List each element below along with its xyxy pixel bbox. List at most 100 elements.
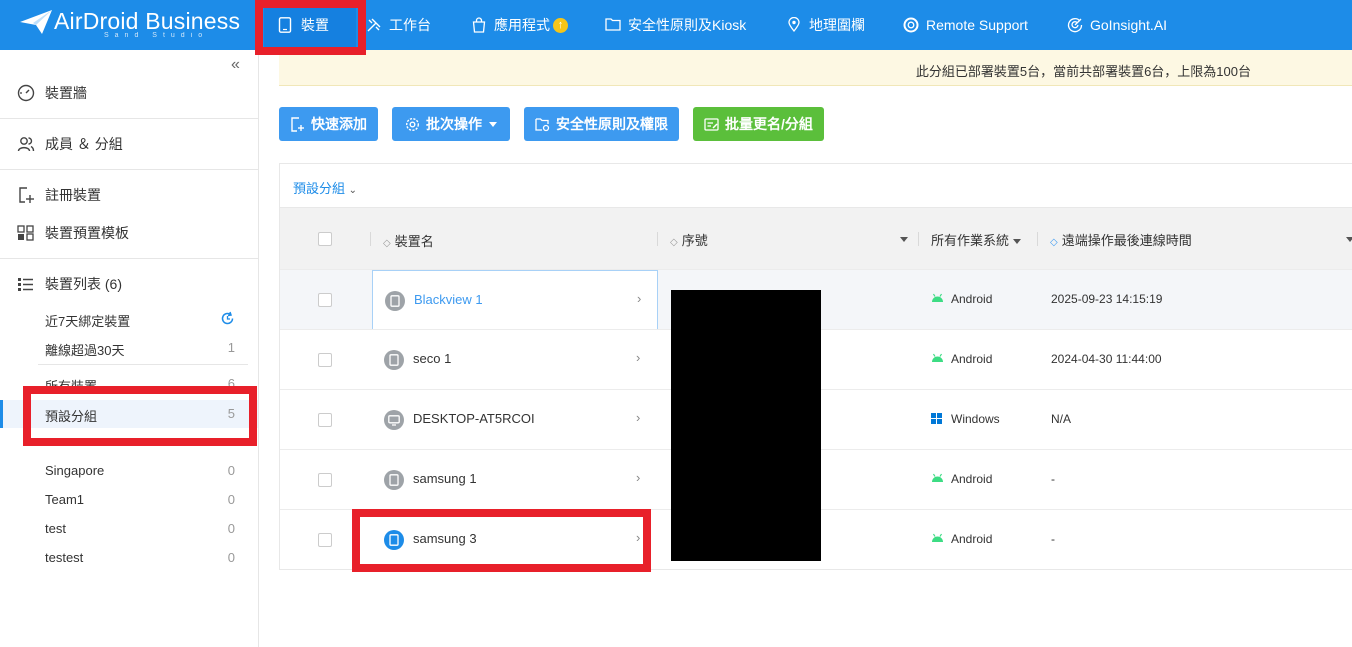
os-cell: Android	[931, 352, 992, 366]
header-os-filter[interactable]: 所有作業系統	[931, 230, 1022, 249]
sidebar-item-label: 裝置預置模板	[45, 225, 129, 241]
chevron-right-icon[interactable]: ›	[636, 350, 640, 365]
sidebar-item-team1[interactable]: Team1 0	[45, 492, 235, 507]
sidebar-sub-label: Singapore	[45, 463, 105, 478]
sidebar-item-label: 裝置牆	[45, 85, 87, 101]
add-file-icon	[290, 116, 305, 132]
refresh-icon[interactable]	[220, 311, 235, 330]
device-name-link[interactable]: seco 1	[413, 351, 451, 366]
nav-apps[interactable]: 應用程式 ↑	[471, 0, 568, 50]
sidebar-item-device-wall[interactable]: 裝置牆	[0, 82, 258, 104]
batch-rename-group-button[interactable]: 批量更名/分組	[693, 107, 824, 141]
nav-goinsight-label: GoInsight.AI	[1090, 17, 1168, 33]
annotation-box-devices-tab	[255, 0, 366, 55]
batch-rename-group-label: 批量更名/分組	[725, 116, 813, 132]
sidebar-item-label: 成員 ＆ 分組	[45, 136, 123, 152]
tablet-icon	[384, 470, 404, 490]
nav-goinsight[interactable]: GoInsight.AI	[1067, 0, 1167, 50]
sort-icon: ◇	[670, 237, 678, 248]
nav-workbench[interactable]: 工作台	[366, 0, 431, 50]
row-checkbox[interactable]	[318, 293, 332, 307]
serial-filter-icon[interactable]	[900, 237, 908, 242]
header-separator	[657, 232, 658, 246]
nav-remote-support-label: Remote Support	[926, 17, 1028, 33]
sidebar: « 裝置牆 成員 ＆ 分組 註冊裝置 裝置預置模板 裝置列表 (6) 近7天綁定…	[0, 50, 259, 647]
device-name-cell[interactable]: seco 1 ›	[372, 330, 658, 390]
batch-operations-button[interactable]: 批次操作	[392, 107, 510, 141]
row-checkbox[interactable]	[318, 353, 332, 367]
chevron-right-icon[interactable]: ›	[636, 410, 640, 425]
nav-geofence-label: 地理圍欄	[809, 17, 865, 33]
policy-permissions-button[interactable]: 安全性原則及權限	[524, 107, 679, 141]
row-checkbox[interactable]	[318, 413, 332, 427]
sidebar-item-device-templates[interactable]: 裝置預置模板	[0, 222, 258, 244]
chevron-right-icon[interactable]: ›	[637, 291, 641, 306]
sidebar-sub-count: 0	[227, 550, 235, 565]
os-cell: Windows	[931, 412, 1000, 426]
annotation-box-samsung-3	[352, 509, 651, 572]
airdroid-logo[interactable]: AirDroid Business Sand Studio	[20, 8, 240, 42]
row-checkbox[interactable]	[318, 473, 332, 487]
update-alert-icon: ↑	[553, 17, 568, 33]
last-connection-time: -	[1051, 472, 1055, 486]
chevron-right-icon[interactable]: ›	[636, 470, 640, 485]
logo-subtext: Sand Studio	[104, 32, 209, 39]
header-serial[interactable]: ◇ 序號	[670, 230, 708, 249]
sidebar-sub-label: testest	[45, 550, 84, 565]
chevron-down-icon	[489, 121, 497, 127]
device-name-link[interactable]: DESKTOP-AT5RCOI	[413, 411, 535, 426]
nav-geofence[interactable]: 地理圍欄	[786, 0, 865, 50]
select-all-checkbox[interactable]	[318, 232, 332, 246]
sidebar-sub-label: Team1	[45, 492, 85, 507]
sidebar-item-recently-bound[interactable]: 近7天綁定裝置	[45, 311, 235, 330]
tools-icon	[366, 17, 382, 33]
policy-permissions-label: 安全性原則及權限	[556, 116, 668, 132]
collapse-sidebar-icon[interactable]: «	[231, 56, 240, 74]
chevron-down-icon: ⌄	[348, 185, 358, 196]
sidebar-item-device-list[interactable]: 裝置列表 (6)	[0, 273, 258, 295]
device-name-link[interactable]: samsung 1	[413, 471, 477, 486]
header-separator	[918, 232, 919, 246]
header-separator	[370, 232, 371, 246]
device-name-cell[interactable]: DESKTOP-AT5RCOI ›	[372, 390, 658, 450]
sidebar-item-enroll-device[interactable]: 註冊裝置	[0, 184, 258, 206]
sidebar-sub-count: 1	[227, 340, 235, 355]
os-cell: Android	[931, 292, 992, 306]
top-navigation-bar: AirDroid Business Sand Studio 裝置 工作台 應用程…	[0, 0, 1352, 50]
os-cell: Android	[931, 532, 992, 546]
sidebar-item-test[interactable]: test 0	[45, 521, 235, 536]
folder-icon	[605, 17, 621, 33]
nav-policy-kiosk[interactable]: 安全性原則及Kiosk	[605, 0, 746, 50]
nav-remote-support[interactable]: Remote Support	[903, 0, 1028, 50]
header-last-connection[interactable]: ◇ 遠端操作最後連線時間	[1050, 230, 1192, 249]
target-icon	[1067, 17, 1083, 33]
lifebuoy-icon	[903, 17, 919, 33]
nav-apps-label: 應用程式	[494, 17, 550, 33]
map-pin-icon	[786, 17, 802, 33]
sidebar-sub-label: 近7天綁定裝置	[45, 314, 131, 329]
nav-policy-kiosk-label: 安全性原則及Kiosk	[628, 17, 747, 33]
device-name-cell[interactable]: Blackview 1 ›	[372, 270, 658, 330]
row-checkbox[interactable]	[318, 533, 332, 547]
last-connection-filter-icon[interactable]	[1346, 237, 1352, 242]
notice-text: 此分組已部署裝置5台，當前共部署裝置6台，上限為100台	[915, 64, 1251, 79]
sort-icon: ◇	[383, 238, 391, 249]
quick-add-button[interactable]: 快速添加	[279, 107, 378, 141]
sidebar-item-testest[interactable]: testest 0	[45, 550, 235, 565]
header-device-name[interactable]: ◇ 裝置名	[383, 231, 434, 250]
sidebar-item-singapore[interactable]: Singapore 0	[45, 463, 235, 478]
paper-plane-icon	[20, 10, 52, 34]
device-name-link[interactable]: Blackview 1	[414, 292, 483, 307]
last-connection-time: -	[1051, 532, 1055, 546]
divider	[0, 118, 258, 119]
add-device-icon	[17, 186, 35, 204]
tablet-icon	[384, 350, 404, 370]
nav-workbench-label: 工作台	[389, 17, 431, 33]
device-name-cell[interactable]: samsung 1 ›	[372, 450, 658, 510]
sidebar-item-offline-30-days[interactable]: 離線超過30天 1	[45, 340, 235, 359]
sidebar-sub-count: 0	[227, 463, 235, 478]
group-selector-dropdown[interactable]: 預設分組 ⌄	[293, 178, 357, 197]
last-connection-time: 2025-09-23 14:15:19	[1051, 292, 1163, 306]
sidebar-item-members-groups[interactable]: 成員 ＆ 分組	[0, 133, 258, 155]
sidebar-item-label: 裝置列表 (6)	[45, 276, 122, 292]
